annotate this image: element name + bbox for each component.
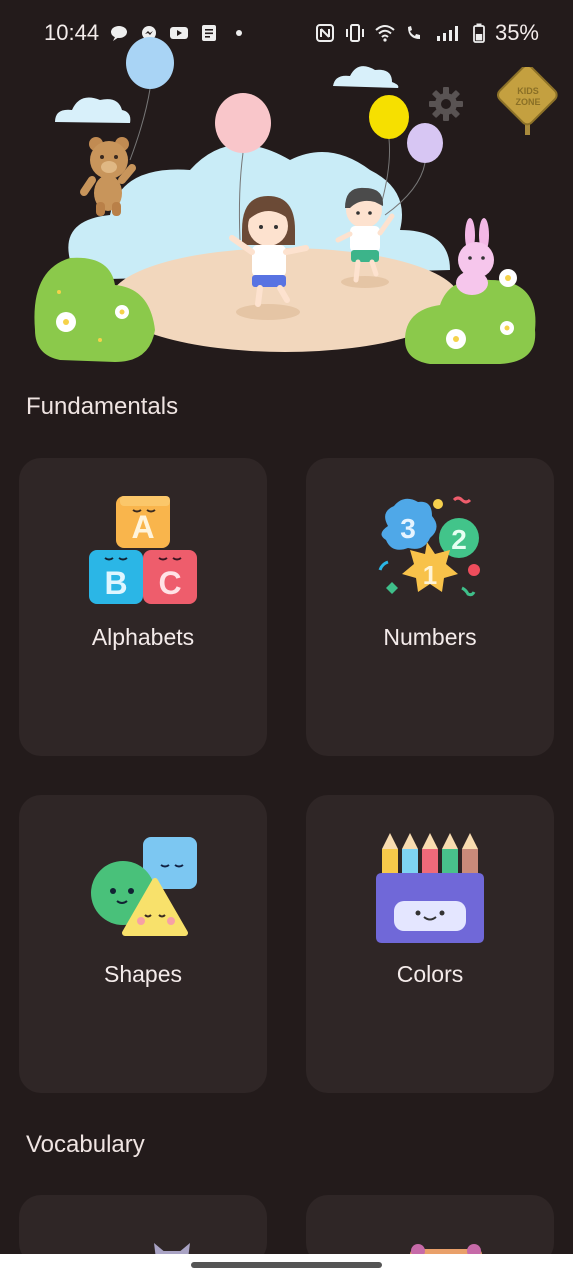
card-label-numbers: Numbers xyxy=(383,624,477,650)
card-numbers[interactable]: 3 2 1 Numbers xyxy=(306,458,554,756)
card-alphabets[interactable]: A B C Alphabets xyxy=(19,458,267,756)
kids-zone-line2: ZONE xyxy=(515,97,540,107)
svg-text:3: 3 xyxy=(400,513,416,544)
alphabet-blocks-icon: A B C xyxy=(89,496,197,604)
svg-text:2: 2 xyxy=(451,524,467,555)
pencils-box-icon xyxy=(376,833,484,943)
hero-illustration xyxy=(34,37,536,364)
card-colors[interactable]: Colors xyxy=(306,795,554,1093)
card-shapes[interactable]: Shapes xyxy=(19,795,267,1093)
svg-text:B: B xyxy=(104,565,127,601)
svg-text:C: C xyxy=(158,565,181,601)
section-title-vocabulary: Vocabulary xyxy=(26,1131,145,1158)
card-label-colors: Colors xyxy=(396,961,464,987)
navigation-bar xyxy=(0,1254,573,1280)
kids-zone-badge[interactable]: KIDS ZONE xyxy=(497,67,559,135)
svg-text:A: A xyxy=(131,509,154,545)
kids-zone-line1: KIDS xyxy=(517,86,539,96)
shapes-icon xyxy=(91,837,197,936)
numbers-icon: 3 2 1 xyxy=(378,496,480,597)
settings-gear-icon[interactable] xyxy=(428,86,464,122)
card-label-shapes: Shapes xyxy=(103,961,182,987)
card-label-alphabets: Alphabets xyxy=(91,624,195,650)
section-title-fundamentals: Fundamentals xyxy=(26,393,179,420)
home-indicator-handle[interactable] xyxy=(191,1262,382,1268)
svg-text:1: 1 xyxy=(423,560,437,590)
